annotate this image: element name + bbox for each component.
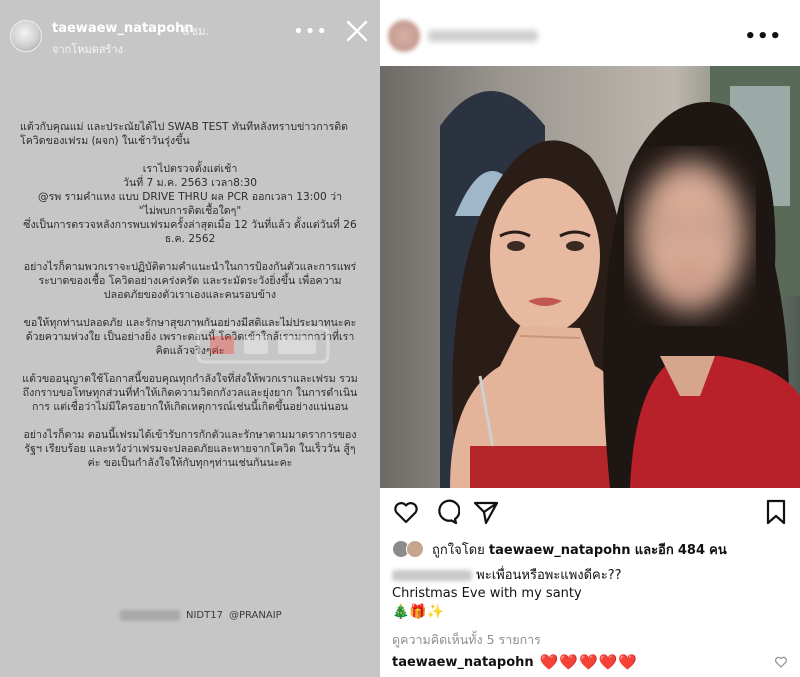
watermark-logo xyxy=(196,326,330,364)
caption-emojis: 🎄🎁✨ xyxy=(392,604,445,620)
story-paragraph: อย่างไรก็ตาม ตอนนี้เฟรมได้เข้ารับการกักต… xyxy=(23,429,357,469)
story-mentions: NIDT17 @PRANAIP xyxy=(120,610,282,621)
post-photo[interactable] xyxy=(380,66,800,488)
instagram-post: ••• ถูกใจโดย taewaew_natapohn และอีก 484… xyxy=(380,0,800,677)
likes-text: ถูกใจโดย taewaew_natapohn และอีก 484 คน xyxy=(432,539,727,560)
mention-tag[interactable]: NIDT17 xyxy=(186,610,223,621)
story-view: taewaew_natapohn 6ชม. จากโหมดสร้าง ••• แ… xyxy=(0,0,380,677)
story-paragraph: อย่างไรก็ตามพวกเราจะปฏิบัติตามคำแนะนำในก… xyxy=(23,261,357,301)
story-paragraph: แต้วขออนุญาตใช้โอกาสนี้ขอบคุณทุกกำลังใจท… xyxy=(22,373,358,413)
bookmark-icon[interactable] xyxy=(762,498,790,526)
post-actions xyxy=(380,498,800,528)
comment-icon[interactable] xyxy=(432,498,460,526)
blurred-username[interactable] xyxy=(428,30,538,42)
story-username[interactable]: taewaew_natapohn xyxy=(52,21,194,36)
post-caption: พะเพื่อนหรือพะแพงดีคะ?? Christmas Eve wi… xyxy=(392,567,788,603)
caption-line: Christmas Eve with my santy xyxy=(392,586,582,601)
comment-text: ❤️❤️❤️❤️❤️ xyxy=(539,653,639,671)
avatar[interactable] xyxy=(388,20,420,52)
likes-prefix: ถูกใจโดย xyxy=(432,542,485,558)
close-icon[interactable] xyxy=(344,18,370,44)
story-text-body: แต้วกับคุณแม่ และประณัยได้ไป SWAB TEST ท… xyxy=(20,120,360,484)
likes-and-more: และอีก xyxy=(634,542,674,558)
liker-avatars xyxy=(392,540,428,558)
likes-unit: คน xyxy=(709,542,727,558)
likes-count[interactable]: 484 xyxy=(678,543,705,558)
mention-tag[interactable]: @PRANAIP xyxy=(229,610,282,621)
story-timestamp: 6ชม. xyxy=(182,24,210,38)
send-icon[interactable] xyxy=(472,498,500,526)
post-header: ••• xyxy=(380,0,800,66)
story-paragraph: แต้วกับคุณแม่ และประณัยได้ไป SWAB TEST ท… xyxy=(20,121,349,147)
avatar[interactable] xyxy=(10,20,42,52)
more-icon[interactable]: ••• xyxy=(293,21,328,42)
blurred-username[interactable] xyxy=(392,570,472,581)
comment-row: taewaew_natapohn ❤️❤️❤️❤️❤️ xyxy=(392,653,638,671)
avatar xyxy=(406,540,424,558)
heart-icon[interactable] xyxy=(774,655,788,669)
likes-row[interactable]: ถูกใจโดย taewaew_natapohn และอีก 484 คน xyxy=(392,538,792,560)
story-header: taewaew_natapohn 6ชม. จากโหมดสร้าง ••• xyxy=(10,16,370,56)
story-subtitle: จากโหมดสร้าง xyxy=(52,43,124,56)
likes-username[interactable]: taewaew_natapohn xyxy=(489,543,631,558)
view-all-comments-link[interactable]: ดูความคิดเห็นทั้ง 5 รายการ xyxy=(392,630,541,650)
story-paragraph: เราไปตรวจตั้งแต่เช้า วันที่ 7 ม.ค. 2563 … xyxy=(23,163,357,245)
heart-icon[interactable] xyxy=(392,498,420,526)
caption-text: พะเพื่อนหรือพะแพงดีคะ?? xyxy=(476,568,622,583)
comment-username[interactable]: taewaew_natapohn xyxy=(392,655,534,670)
more-icon[interactable]: ••• xyxy=(744,26,782,47)
blurred-mention xyxy=(120,610,180,621)
